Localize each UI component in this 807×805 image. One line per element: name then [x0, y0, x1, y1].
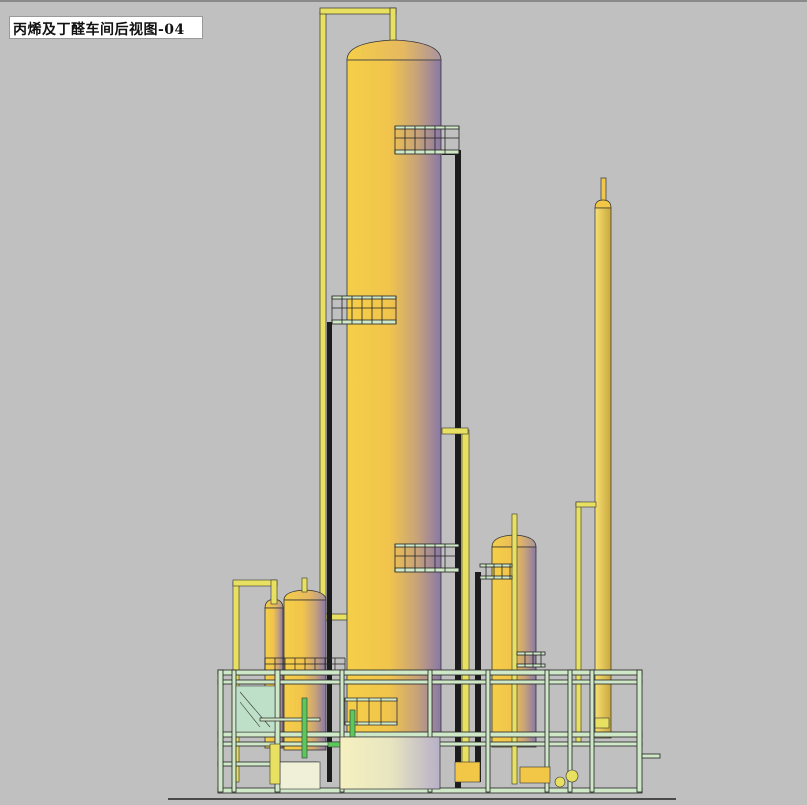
main-distillation-column: [346, 39, 442, 736]
drawing-viewport: 丙烯及丁醛车间后视图-04: [0, 0, 807, 803]
plant-rear-elevation-drawing: [168, 7, 676, 800]
drawing-title: 丙烯及丁醛车间后视图-04: [13, 22, 185, 38]
stair-panel: [235, 685, 276, 733]
drawing-title-box: 丙烯及丁醛车间后视图-04: [9, 16, 203, 39]
right-slim-column: [594, 177, 612, 739]
